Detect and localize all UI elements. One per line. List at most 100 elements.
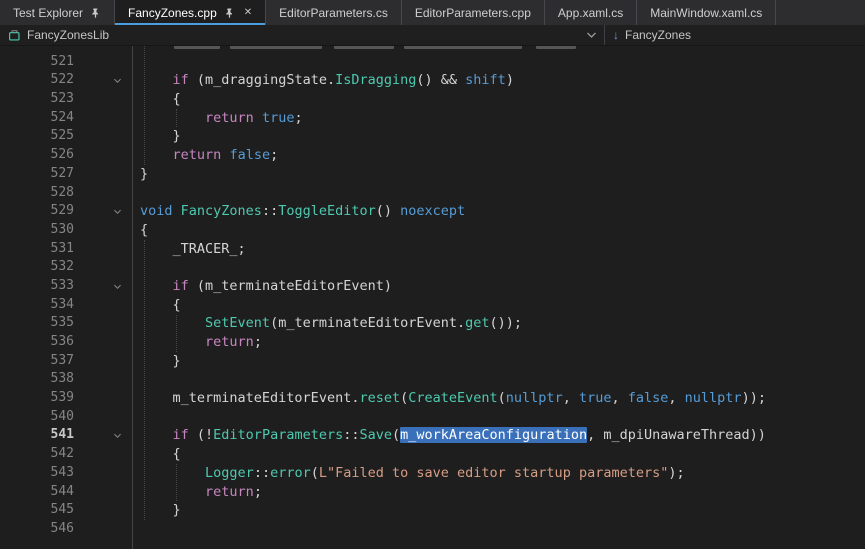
code-line[interactable]: } [132, 165, 148, 184]
code-line[interactable]: SetEvent(m_terminateEditorEvent.get()); [132, 314, 522, 333]
chevron-down-icon[interactable] [587, 32, 596, 38]
fold-gutter [78, 109, 132, 128]
code-row-527: 527} [0, 165, 865, 184]
code-row-531: 531 _TRACER_; [0, 240, 865, 259]
code-token: get [465, 315, 489, 331]
code-line[interactable]: return true; [132, 109, 303, 128]
code-line[interactable] [132, 53, 140, 72]
code-line[interactable]: Logger::error(L"Failed to save editor st… [132, 464, 685, 483]
code-row-541: 541 if (!EditorParameters::Save(m_workAr… [0, 426, 865, 445]
code-line[interactable] [132, 184, 140, 203]
tab-bar: Test ExplorerFancyZones.cpp✕EditorParame… [0, 0, 865, 25]
code-line[interactable]: if (m_terminateEditorEvent) [132, 277, 392, 296]
close-icon[interactable]: ✕ [242, 8, 252, 18]
code-line[interactable] [132, 408, 140, 427]
code-line[interactable]: } [132, 352, 181, 371]
tab-editorparameters-cpp[interactable]: EditorParameters.cpp [402, 0, 545, 25]
code-editor[interactable]: 520521522 if (m_draggingState.IsDragging… [0, 46, 865, 549]
line-number: 536 [0, 333, 78, 352]
code-line[interactable] [132, 258, 140, 277]
code-line[interactable] [132, 46, 576, 53]
code-line[interactable]: return false; [132, 146, 278, 165]
line-number: 542 [0, 445, 78, 464]
code-row-536: 536 return; [0, 333, 865, 352]
fold-collapse-icon[interactable] [78, 202, 132, 221]
code-token: , m_dpiUnawareThread)) [587, 427, 766, 443]
line-number: 520 [0, 46, 78, 53]
code-line[interactable] [132, 520, 140, 539]
line-number: 523 [0, 90, 78, 109]
code-line[interactable]: { [132, 90, 181, 109]
code-line[interactable]: { [132, 445, 181, 464]
code-line[interactable]: if (!EditorParameters::Save(m_workAreaCo… [132, 426, 766, 445]
pin-icon[interactable] [90, 7, 101, 19]
line-number: 531 [0, 240, 78, 259]
code-token: m_terminateEditorEvent [205, 278, 384, 294]
fold-gutter [78, 314, 132, 333]
fold-collapse-icon[interactable] [78, 277, 132, 296]
tab-fancyzones-cpp[interactable]: FancyZones.cpp✕ [115, 0, 266, 25]
fold-gutter [78, 464, 132, 483]
code-token: )); [742, 390, 766, 406]
code-token: return [205, 484, 254, 500]
code-token: ) [506, 72, 514, 88]
code-token: if [173, 72, 189, 88]
code-line[interactable]: } [132, 501, 181, 520]
code-token: { [140, 446, 181, 462]
code-token [140, 427, 173, 443]
code-line[interactable] [132, 370, 140, 389]
code-token: L"Failed to save editor startup paramete… [319, 465, 669, 481]
code-line[interactable]: if (m_draggingState.IsDragging() && shif… [132, 71, 514, 90]
code-token: true [579, 390, 612, 406]
fold-gutter [78, 520, 132, 539]
code-token [140, 315, 205, 331]
fold-collapse-icon[interactable] [78, 426, 132, 445]
fold-gutter [78, 90, 132, 109]
line-number: 537 [0, 352, 78, 371]
selected-text: m_workAreaConfiguration [400, 427, 587, 443]
illegible-text-fragment [174, 46, 220, 49]
tab-test-explorer[interactable]: Test Explorer [0, 0, 115, 25]
code-line[interactable]: } [132, 127, 181, 146]
code-token [140, 147, 173, 163]
code-token: noexcept [400, 203, 465, 219]
line-number: 521 [0, 53, 78, 72]
fold-gutter [78, 127, 132, 146]
code-line[interactable]: return; [132, 333, 262, 352]
project-dropdown[interactable]: FancyZonesLib [0, 25, 604, 45]
tab-mainwindow-xaml-cs[interactable]: MainWindow.xaml.cs [637, 0, 776, 25]
code-line[interactable]: return; [132, 483, 262, 502]
code-line[interactable]: { [132, 221, 148, 240]
code-row-525: 525 } [0, 127, 865, 146]
code-token: :: [254, 465, 270, 481]
code-line[interactable]: m_terminateEditorEvent.reset(CreateEvent… [132, 389, 766, 408]
down-arrow-icon: ↓ [613, 29, 619, 41]
fold-gutter [78, 165, 132, 184]
fold-gutter [78, 352, 132, 371]
code-lines: 520521522 if (m_draggingState.IsDragging… [0, 46, 865, 539]
project-icon [8, 29, 21, 42]
pin-icon[interactable] [224, 7, 235, 19]
fold-gutter [78, 296, 132, 315]
code-token [173, 203, 181, 219]
code-token: return [205, 334, 254, 350]
code-line[interactable]: void FancyZones::ToggleEditor() noexcept [132, 202, 465, 221]
code-row-520: 520 [0, 46, 865, 53]
code-token: , [563, 390, 579, 406]
code-line[interactable]: { [132, 296, 181, 315]
code-token: void [140, 203, 173, 219]
code-row-539: 539 m_terminateEditorEvent.reset(CreateE… [0, 389, 865, 408]
code-token: } [140, 502, 181, 518]
tab-app-xaml-cs[interactable]: App.xaml.cs [545, 0, 637, 25]
code-token: } [140, 353, 181, 369]
code-token: ( [189, 72, 205, 88]
code-row-534: 534 { [0, 296, 865, 315]
fold-collapse-icon[interactable] [78, 71, 132, 90]
code-token: ; [270, 147, 278, 163]
code-line[interactable]: _TRACER_; [132, 240, 246, 259]
tab-editorparameters-cs[interactable]: EditorParameters.cs [266, 0, 402, 25]
line-number: 541 [0, 426, 78, 445]
code-token: (! [189, 427, 213, 443]
scope-dropdown[interactable]: ↓ FancyZones [605, 25, 865, 45]
illegible-text-fragment [404, 46, 522, 49]
